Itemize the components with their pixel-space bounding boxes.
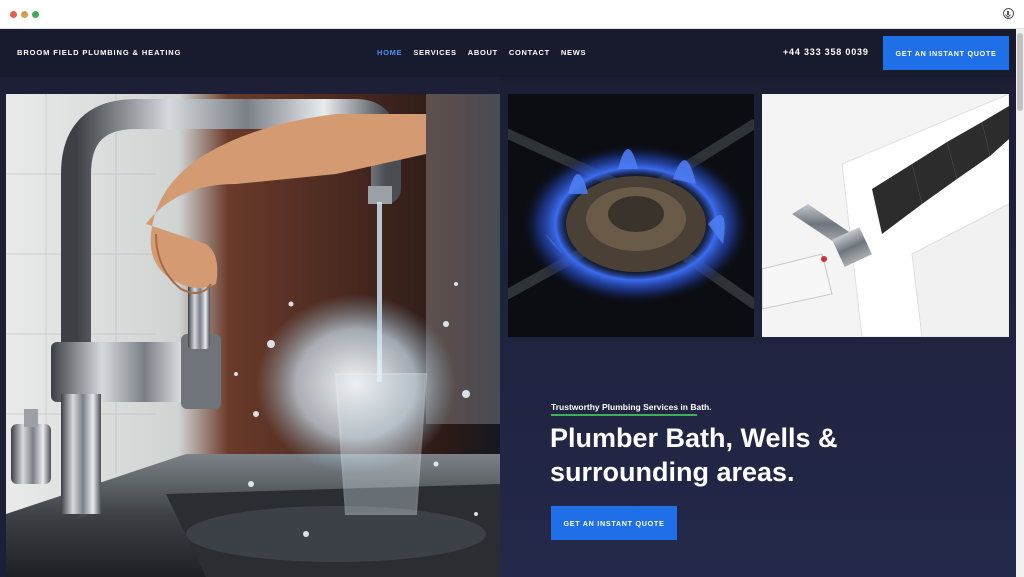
nav-services[interactable]: SERVICES: [413, 48, 456, 57]
nav-contact[interactable]: CONTACT: [509, 48, 550, 57]
window-minimize-button[interactable]: [21, 11, 28, 18]
nav-home[interactable]: HOME: [377, 48, 402, 57]
tap-water-photo: [6, 94, 500, 577]
hero-headline: Plumber Bath, Wells & surrounding areas.: [550, 423, 838, 487]
hero-eyebrow: Trustworthy Plumbing Services in Bath.: [551, 402, 712, 412]
page-scrollbar[interactable]: [1016, 29, 1024, 577]
hero-quote-button[interactable]: GET AN INSTANT QUOTE: [551, 506, 677, 540]
website: BROOM FIELD PLUMBING & HEATING HOME SERV…: [0, 29, 1016, 577]
main-nav: HOME SERVICES ABOUT CONTACT NEWS: [377, 48, 586, 57]
eyebrow-underline: [551, 414, 697, 416]
nav-news[interactable]: NEWS: [561, 48, 586, 57]
window-maximize-button[interactable]: [32, 11, 39, 18]
download-icon[interactable]: [1003, 8, 1014, 19]
site-header: BROOM FIELD PLUMBING & HEATING HOME SERV…: [0, 29, 1016, 77]
site-logo[interactable]: BROOM FIELD PLUMBING & HEATING: [17, 48, 181, 57]
scrollbar-thumb[interactable]: [1017, 33, 1023, 111]
radiator-valve-photo: [762, 94, 1009, 337]
header-quote-button[interactable]: GET AN INSTANT QUOTE: [883, 36, 1009, 70]
nav-about[interactable]: ABOUT: [468, 48, 498, 57]
window-close-button[interactable]: [10, 11, 17, 18]
phone-number[interactable]: +44 333 358 0039: [783, 47, 869, 57]
gas-burner-photo: [508, 94, 754, 337]
browser-toolbar: [0, 0, 1024, 29]
